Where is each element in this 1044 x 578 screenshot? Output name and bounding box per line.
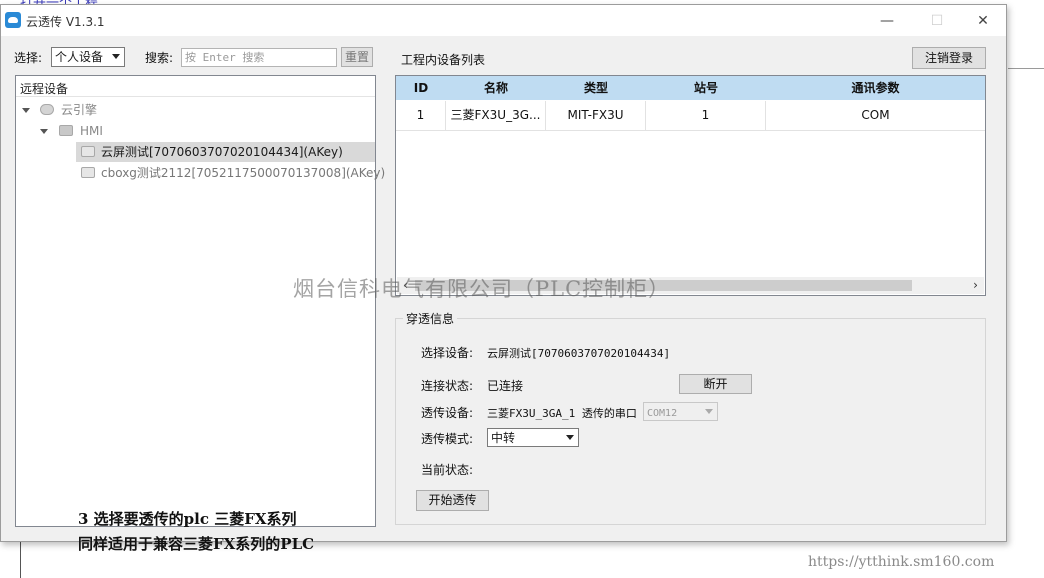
column-header-type[interactable]: 类型	[546, 76, 646, 100]
caption-line-2: 同样适用于兼容三菱FX系列的PLC	[78, 535, 315, 553]
connection-status-label: 连接状态:	[421, 379, 474, 393]
search-label: 搜索:	[145, 51, 174, 65]
com-port-value: COM12	[647, 408, 678, 419]
cell-name: 三菱FX3U_3G...	[446, 101, 546, 130]
column-header-name[interactable]: 名称	[446, 76, 546, 100]
device-scope-select[interactable]: 个人设备	[51, 47, 125, 67]
passthrough-group-title: 穿透信息	[403, 310, 458, 327]
close-button[interactable]: ✕	[963, 9, 1003, 33]
tree-node-hmi[interactable]: HMI	[40, 121, 240, 141]
tree-node-label: 云引擎	[61, 103, 98, 117]
app-cloud-icon	[5, 12, 21, 28]
tree-node-cloud-engine[interactable]: 云引擎	[22, 100, 222, 120]
current-state-label: 当前状态:	[421, 463, 474, 477]
minimize-button[interactable]: —	[867, 9, 907, 33]
device-scope-value: 个人设备	[55, 50, 104, 64]
monitor-icon	[59, 125, 73, 136]
chevron-down-icon	[705, 409, 713, 414]
device-grid[interactable]: ID 名称 类型 站号 通讯参数 1 三菱FX3U_3G... MIT-FX3U…	[395, 75, 986, 296]
company-watermark: 烟台信科电气有限公司（PLC控制柜）	[293, 277, 671, 301]
search-input[interactable]: 按 Enter 搜索	[181, 48, 337, 67]
tree-node-label: HMI	[80, 124, 103, 138]
select-device-label: 选择设备:	[421, 346, 474, 360]
scroll-right-icon[interactable]: ›	[967, 277, 984, 294]
expand-caret-icon[interactable]	[40, 129, 48, 134]
caption-line-1: 3 选择要透传的plc 三菱FX系列	[78, 510, 297, 528]
title-bar[interactable]: 云透传 V1.3.1 — ☐ ✕	[1, 5, 1006, 36]
grid-header-row: ID 名称 类型 站号 通讯参数	[396, 76, 985, 100]
cell-type: MIT-FX3U	[546, 101, 646, 130]
device-icon	[81, 167, 95, 178]
com-port-select[interactable]: COM12	[643, 402, 718, 421]
tree-node-label: 云屏测试[70706037070201044­34](AKey)	[101, 145, 343, 159]
cell-station: 1	[646, 101, 766, 130]
chevron-down-icon	[566, 435, 574, 440]
tree-node-device[interactable]: cboxg测试2112[7052117500070137008](AKey)	[76, 163, 385, 183]
pass-device-label: 透传设备:	[421, 406, 474, 420]
column-header-station[interactable]: 站号	[646, 76, 766, 100]
table-row[interactable]: 1 三菱FX3U_3G... MIT-FX3U 1 COM	[396, 101, 985, 131]
chevron-down-icon	[112, 54, 120, 59]
tree-node-device[interactable]: 云屏测试[70706037070201044­34](AKey)	[76, 142, 375, 162]
mode-value: 中转	[491, 431, 516, 445]
background-vertical-line	[20, 540, 21, 578]
start-passthrough-button[interactable]: 开始透传	[416, 490, 489, 511]
mode-label: 透传模式:	[421, 432, 474, 446]
source-url-watermark: https://ytthink.sm160.com	[808, 554, 995, 570]
cell-comm-params: COM	[861, 108, 890, 122]
tree-node-label: cboxg测试2112[7052117500070137008](AKey)	[101, 166, 386, 180]
background-divider	[1008, 68, 1044, 69]
column-header-id[interactable]: ID	[396, 76, 446, 100]
connection-status-value: 已连接	[487, 379, 524, 393]
logout-button[interactable]: 注销登录	[912, 47, 986, 69]
device-icon	[81, 146, 95, 157]
reset-button[interactable]: 重置	[341, 47, 373, 67]
select-label: 选择:	[14, 51, 43, 65]
window-title: 云透传 V1.3.1	[26, 15, 105, 29]
cell-id: 1	[396, 101, 446, 130]
cloud-icon	[40, 104, 54, 115]
maximize-button[interactable]: ☐	[917, 9, 957, 33]
mode-select[interactable]: 中转	[487, 428, 579, 447]
disconnect-button[interactable]: 断开	[679, 374, 752, 394]
pass-device-value: 三菱FX3U_3GA_1 透传的串口	[487, 407, 637, 420]
tree-header: 远程设备	[20, 82, 69, 96]
device-list-title: 工程内设备列表	[401, 53, 486, 67]
expand-caret-icon[interactable]	[22, 108, 30, 113]
column-header-comm-params[interactable]: 通讯参数	[766, 76, 985, 100]
select-device-value: 云屏测试[70706037070201044­34]	[487, 347, 671, 360]
tree-header-divider	[16, 96, 375, 97]
